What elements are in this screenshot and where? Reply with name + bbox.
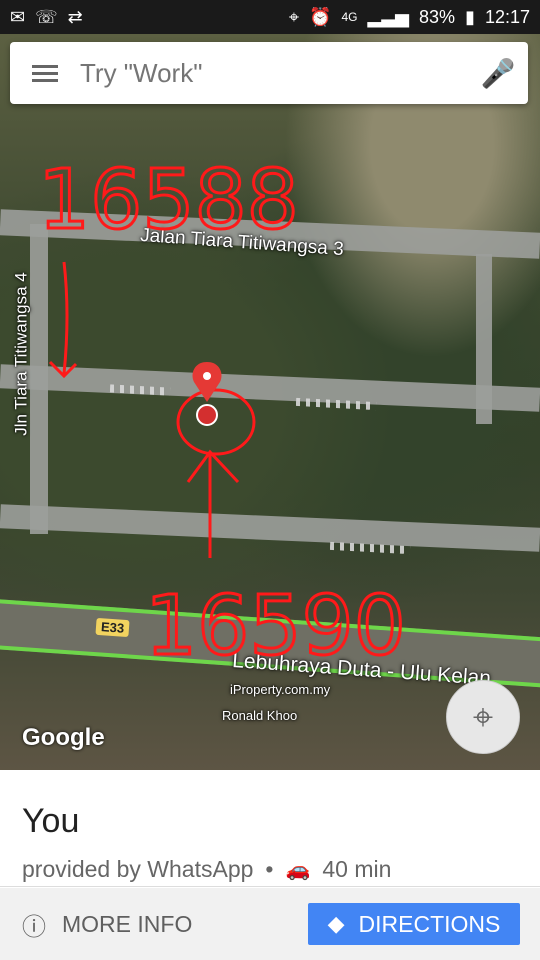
handwritten-number: 16588 xyxy=(38,153,299,248)
travel-time: 40 min xyxy=(322,856,392,882)
battery-icon: ▮ xyxy=(465,6,475,27)
place-marker-icon[interactable] xyxy=(196,404,218,426)
hamburger-icon xyxy=(32,65,58,82)
search-input[interactable]: Try "Work" xyxy=(80,58,468,89)
source-label: provided by WhatsApp xyxy=(22,856,254,882)
handwritten-number: 16590 xyxy=(145,579,406,674)
handwriting-overlay: 16588 16590 xyxy=(37,152,408,676)
voice-search-button[interactable]: 🎤 xyxy=(468,42,528,104)
arrow-left xyxy=(48,261,78,379)
mic-icon: 🎤 xyxy=(480,57,516,89)
car-icon: 🚗 xyxy=(285,859,311,881)
map-pin-icon[interactable] xyxy=(192,362,222,402)
network-label: 4G xyxy=(341,10,358,24)
sync-icon: ⇄ xyxy=(67,6,83,27)
mail-icon: ✉ xyxy=(10,6,26,27)
battery-label: 83% xyxy=(419,6,456,27)
info-icon: ⓘ xyxy=(22,913,46,941)
status-bar: ✉ ☏ ⇄ ⌖ ⏰ 4G ▂▃▅ 83% ▮ 12:17 xyxy=(0,0,540,34)
directions-icon: ◆ xyxy=(327,911,345,936)
pin-dot xyxy=(203,372,211,380)
separator: • xyxy=(265,856,274,882)
more-info-label: MORE INFO xyxy=(62,910,193,937)
time-label: 12:17 xyxy=(484,6,530,27)
map-view[interactable]: E33 Jalan Tiara Titiwangsa 3 Jln Tiara T… xyxy=(0,34,540,770)
directions-label: DIRECTIONS xyxy=(358,910,501,937)
place-subtitle: provided by WhatsApp • 🚗 40 min xyxy=(22,856,391,883)
my-location-button[interactable]: ⌖ xyxy=(446,680,520,754)
google-logo: Google xyxy=(22,724,105,751)
watermark: iProperty.com.my xyxy=(230,682,331,697)
directions-button[interactable]: ◆ DIRECTIONS xyxy=(308,903,520,945)
place-sheet[interactable]: You provided by WhatsApp • 🚗 40 min ⓘ MO… xyxy=(0,770,540,960)
alarm-icon: ⏰ xyxy=(309,6,332,27)
circle-mark xyxy=(176,388,256,456)
location-target-icon: ⌖ xyxy=(472,695,494,737)
place-title: You xyxy=(22,802,80,840)
search-bar[interactable]: Try "Work" 🎤 xyxy=(10,42,528,104)
more-info-button[interactable]: ⓘ MORE INFO xyxy=(0,907,192,942)
missed-call-icon: ☏ xyxy=(35,6,58,27)
arrow-up xyxy=(186,449,240,558)
location-icon: ⌖ xyxy=(288,6,300,27)
credit: Ronald Khoo xyxy=(222,708,298,723)
menu-button[interactable] xyxy=(10,42,80,104)
signal-icon: ▂▃▅ xyxy=(367,6,410,27)
action-bar: ⓘ MORE INFO ◆ DIRECTIONS xyxy=(0,888,540,960)
divider xyxy=(0,886,540,887)
